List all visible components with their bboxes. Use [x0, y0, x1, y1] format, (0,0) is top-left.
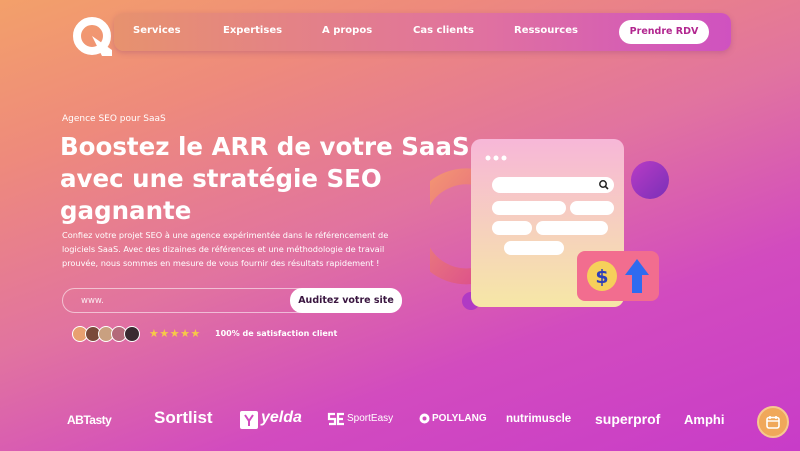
audit-form: Auditez votre site	[62, 288, 402, 313]
seo-illustration: $	[430, 139, 669, 310]
brand-logo-superprof: superprof	[595, 411, 661, 427]
satisfaction-text: 100% de satisfaction client	[215, 329, 338, 338]
calendar-booking-button[interactable]	[757, 406, 789, 438]
main-navigation: Services Expertises A propos Cas clients…	[114, 13, 731, 51]
brand-logo-abtasty: ABTasty	[67, 413, 112, 427]
polylang-mark-icon	[419, 413, 430, 424]
description-line: Confiez votre projet SEO à une agence ex…	[62, 230, 389, 240]
client-avatars	[72, 326, 142, 342]
hero-description: Confiez votre projet SEO à une agence ex…	[62, 228, 407, 270]
brand-logo-polylang: POLYLANG	[432, 413, 487, 424]
brand-logo-yelda: yelda	[261, 409, 302, 426]
decorative-orb	[631, 161, 669, 199]
brand-logo-nutrimuscle: nutrimuscle	[506, 413, 572, 425]
description-line: logiciels SaaS. Avec des dizaines de réf…	[62, 244, 385, 254]
sporteasy-mark-icon	[327, 412, 344, 426]
headline-line: Boostez le ARR de votre SaaS	[60, 132, 470, 161]
website-url-input[interactable]	[81, 294, 281, 308]
yelda-mark-icon	[240, 411, 258, 429]
brand-logo-icon[interactable]	[72, 16, 112, 56]
search-bar	[492, 177, 614, 193]
client-logos-strip: ABTasty Sortlist yelda SportEasy POLYLAN…	[0, 404, 800, 436]
audit-site-button[interactable]: Auditez votre site	[290, 288, 402, 313]
currency-symbol: $	[595, 266, 608, 288]
nav-item-ressources[interactable]: Ressources	[514, 25, 578, 36]
hero-headline: Boostez le ARR de votre SaaS avec une st…	[60, 131, 470, 227]
avatar	[124, 326, 140, 342]
headline-line: gagnante	[60, 196, 192, 225]
nav-item-services[interactable]: Services	[133, 25, 181, 36]
brand-logo-sporteasy: SportEasy	[347, 413, 394, 424]
brand-logo-amphi: Amphi	[684, 412, 725, 427]
description-line: prouvée, nous sommes en mesure de vous f…	[62, 258, 380, 268]
book-appointment-button[interactable]: Prendre RDV	[619, 20, 709, 44]
nav-item-expertises[interactable]: Expertises	[223, 25, 282, 36]
nav-item-a-propos[interactable]: A propos	[322, 25, 372, 36]
calendar-icon	[766, 416, 780, 429]
rating-stars-icon: ★★★★★	[149, 327, 201, 340]
nav-item-cas-clients[interactable]: Cas clients	[413, 25, 474, 36]
hero-eyebrow: Agence SEO pour SaaS	[62, 114, 166, 124]
headline-line: avec une stratégie SEO	[60, 164, 382, 193]
brand-logo-sortlist: Sortlist	[154, 408, 213, 427]
